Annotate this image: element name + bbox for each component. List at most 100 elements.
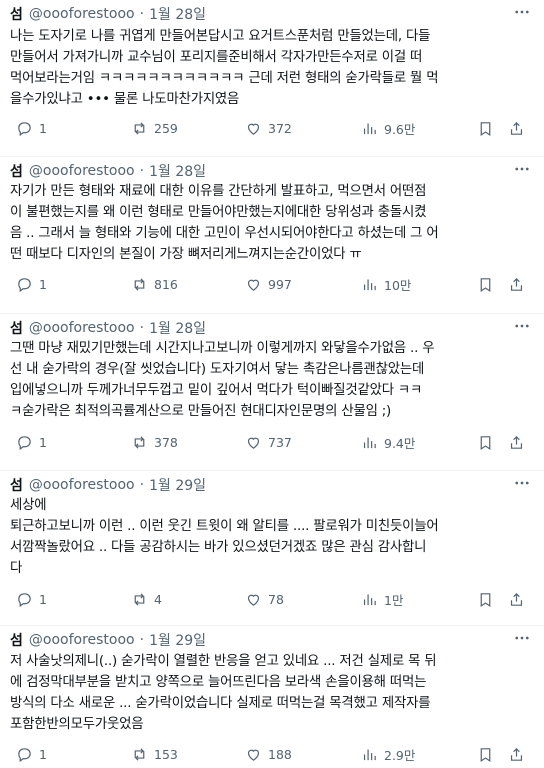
retweet-count: 816 [154,276,178,292]
share-button[interactable] [508,118,525,138]
tweet-text: 그땐 마냥 재밌기만했는데 시간지나고보니까 이렇게까지 와닿을수가없음 .. … [10,341,435,419]
tweet-text: 나는 도자기로 나를 귀엽게 만들어본답시고 요거트스푼처럼 만들었는데, 다들… [10,29,439,107]
retweet-button[interactable]: 378 [131,432,178,452]
bookmark-button[interactable] [477,432,494,452]
views-count: 1만 [384,592,404,608]
share-button[interactable] [508,274,525,294]
heart-icon [247,123,260,135]
bookmark-icon [480,121,491,136]
bookmark-button[interactable] [477,589,494,609]
tweet-actions: 1 259 372 9.6만 [0,118,544,138]
bookmark-button[interactable] [477,274,494,294]
share-button[interactable] [508,589,525,609]
views-count: 9.4만 [384,435,416,451]
author-name[interactable]: 섬 [10,161,23,181]
bookmark-button[interactable] [477,118,494,138]
reply-count: 1 [39,746,47,762]
author-handle[interactable]: @oooforestooo [29,477,135,493]
tweet[interactable]: 섬 @oooforestooo · 1월 28일 나는 도자기로 나를 귀엽게 … [0,0,544,157]
reply-button[interactable]: 1 [16,274,47,294]
author-name[interactable]: 섬 [10,630,23,650]
heart-icon [247,749,260,761]
tweet[interactable]: 섬 @oooforestooo · 1월 28일 자기가 만든 형태와 재료에 … [0,157,544,314]
reply-button[interactable]: 1 [16,589,47,609]
bookmark-button[interactable] [477,744,494,764]
like-count: 737 [268,434,292,450]
tweet-header: 섬 @oooforestooo · 1월 28일 [10,159,206,183]
views-count: 2.9만 [384,747,416,763]
retweet-icon [134,747,145,761]
like-count: 188 [268,746,292,762]
reply-button[interactable]: 1 [16,744,47,764]
separator-dot: · [139,6,145,22]
separator-dot: · [139,163,145,179]
tweet-header: 섬 @oooforestooo · 1월 28일 [10,316,206,340]
separator-dot: · [139,320,145,336]
like-button[interactable]: 997 [245,274,292,294]
like-button[interactable]: 78 [245,589,284,609]
tweet-date[interactable]: 1월 28일 [149,161,206,181]
share-icon [510,747,523,761]
author-name[interactable]: 섬 [10,318,23,338]
views-button[interactable]: 1만 [361,589,403,609]
tweet-actions: 1 4 78 1만 [0,589,544,609]
reply-icon [18,121,31,136]
more-icon[interactable] [512,475,532,491]
views-button[interactable]: 2.9만 [361,744,415,764]
heart-icon [247,437,260,449]
retweet-icon [134,121,145,135]
tweet-header: 섬 @oooforestooo · 1월 28일 [10,2,206,26]
like-button[interactable]: 737 [245,432,292,452]
retweet-button[interactable]: 153 [131,744,178,764]
tweet[interactable]: 섬 @oooforestooo · 1월 29일 저 사술낫의제니(..) 숟가… [0,626,544,768]
retweet-count: 378 [154,434,178,450]
tweet-date[interactable]: 1월 28일 [149,4,206,24]
author-handle[interactable]: @oooforestooo [29,6,135,22]
bookmark-icon [480,592,491,607]
tweet-date[interactable]: 1월 28일 [149,318,206,338]
reply-icon [18,435,31,450]
share-button[interactable] [508,744,525,764]
views-button[interactable]: 9.6만 [361,118,415,138]
like-button[interactable]: 188 [245,744,292,764]
tweet[interactable]: 섬 @oooforestooo · 1월 28일 그땐 마냥 재밌기만했는데 시… [0,314,544,471]
tweet-date[interactable]: 1월 29일 [149,630,206,650]
reply-icon [18,592,31,607]
share-button[interactable] [508,432,525,452]
reply-icon [18,277,31,292]
more-icon[interactable] [512,318,532,334]
author-handle[interactable]: @oooforestooo [29,163,135,179]
author-handle[interactable]: @oooforestooo [29,632,135,648]
reply-button[interactable]: 1 [16,432,47,452]
views-button[interactable]: 9.4만 [361,432,415,452]
retweet-button[interactable]: 259 [131,118,178,138]
tweet-text: 자기가 만든 형태와 재료에 대한 이유를 간단하게 발표하고, 먹으면서 어떤… [10,184,439,262]
views-icon [363,594,376,605]
more-icon[interactable] [512,4,532,20]
heart-icon [247,279,260,291]
views-button[interactable]: 10만 [361,274,411,294]
reply-count: 1 [39,434,47,450]
reply-count: 1 [39,276,47,292]
retweet-button[interactable]: 816 [131,274,178,294]
tweet-date[interactable]: 1월 29일 [149,475,206,495]
author-name[interactable]: 섬 [10,475,23,495]
retweet-button[interactable]: 4 [131,589,162,609]
views-icon [363,749,376,760]
author-name[interactable]: 섬 [10,4,23,24]
more-icon[interactable] [512,161,532,177]
author-handle[interactable]: @oooforestooo [29,320,135,336]
reply-button[interactable]: 1 [16,118,47,138]
tweet[interactable]: 섬 @oooforestooo · 1월 29일 세상에 퇴근하고보니까 이런 … [0,471,544,626]
separator-dot: · [139,632,145,648]
heart-icon [247,594,260,606]
retweet-count: 153 [154,746,178,762]
reply-count: 1 [39,591,47,607]
tweet-header: 섬 @oooforestooo · 1월 29일 [10,628,206,652]
share-icon [510,435,523,449]
share-icon [510,277,523,291]
share-icon [510,592,523,606]
more-icon[interactable] [512,630,532,646]
like-button[interactable]: 372 [245,118,292,138]
tweet-actions: 1 153 188 2.9만 [0,744,544,764]
